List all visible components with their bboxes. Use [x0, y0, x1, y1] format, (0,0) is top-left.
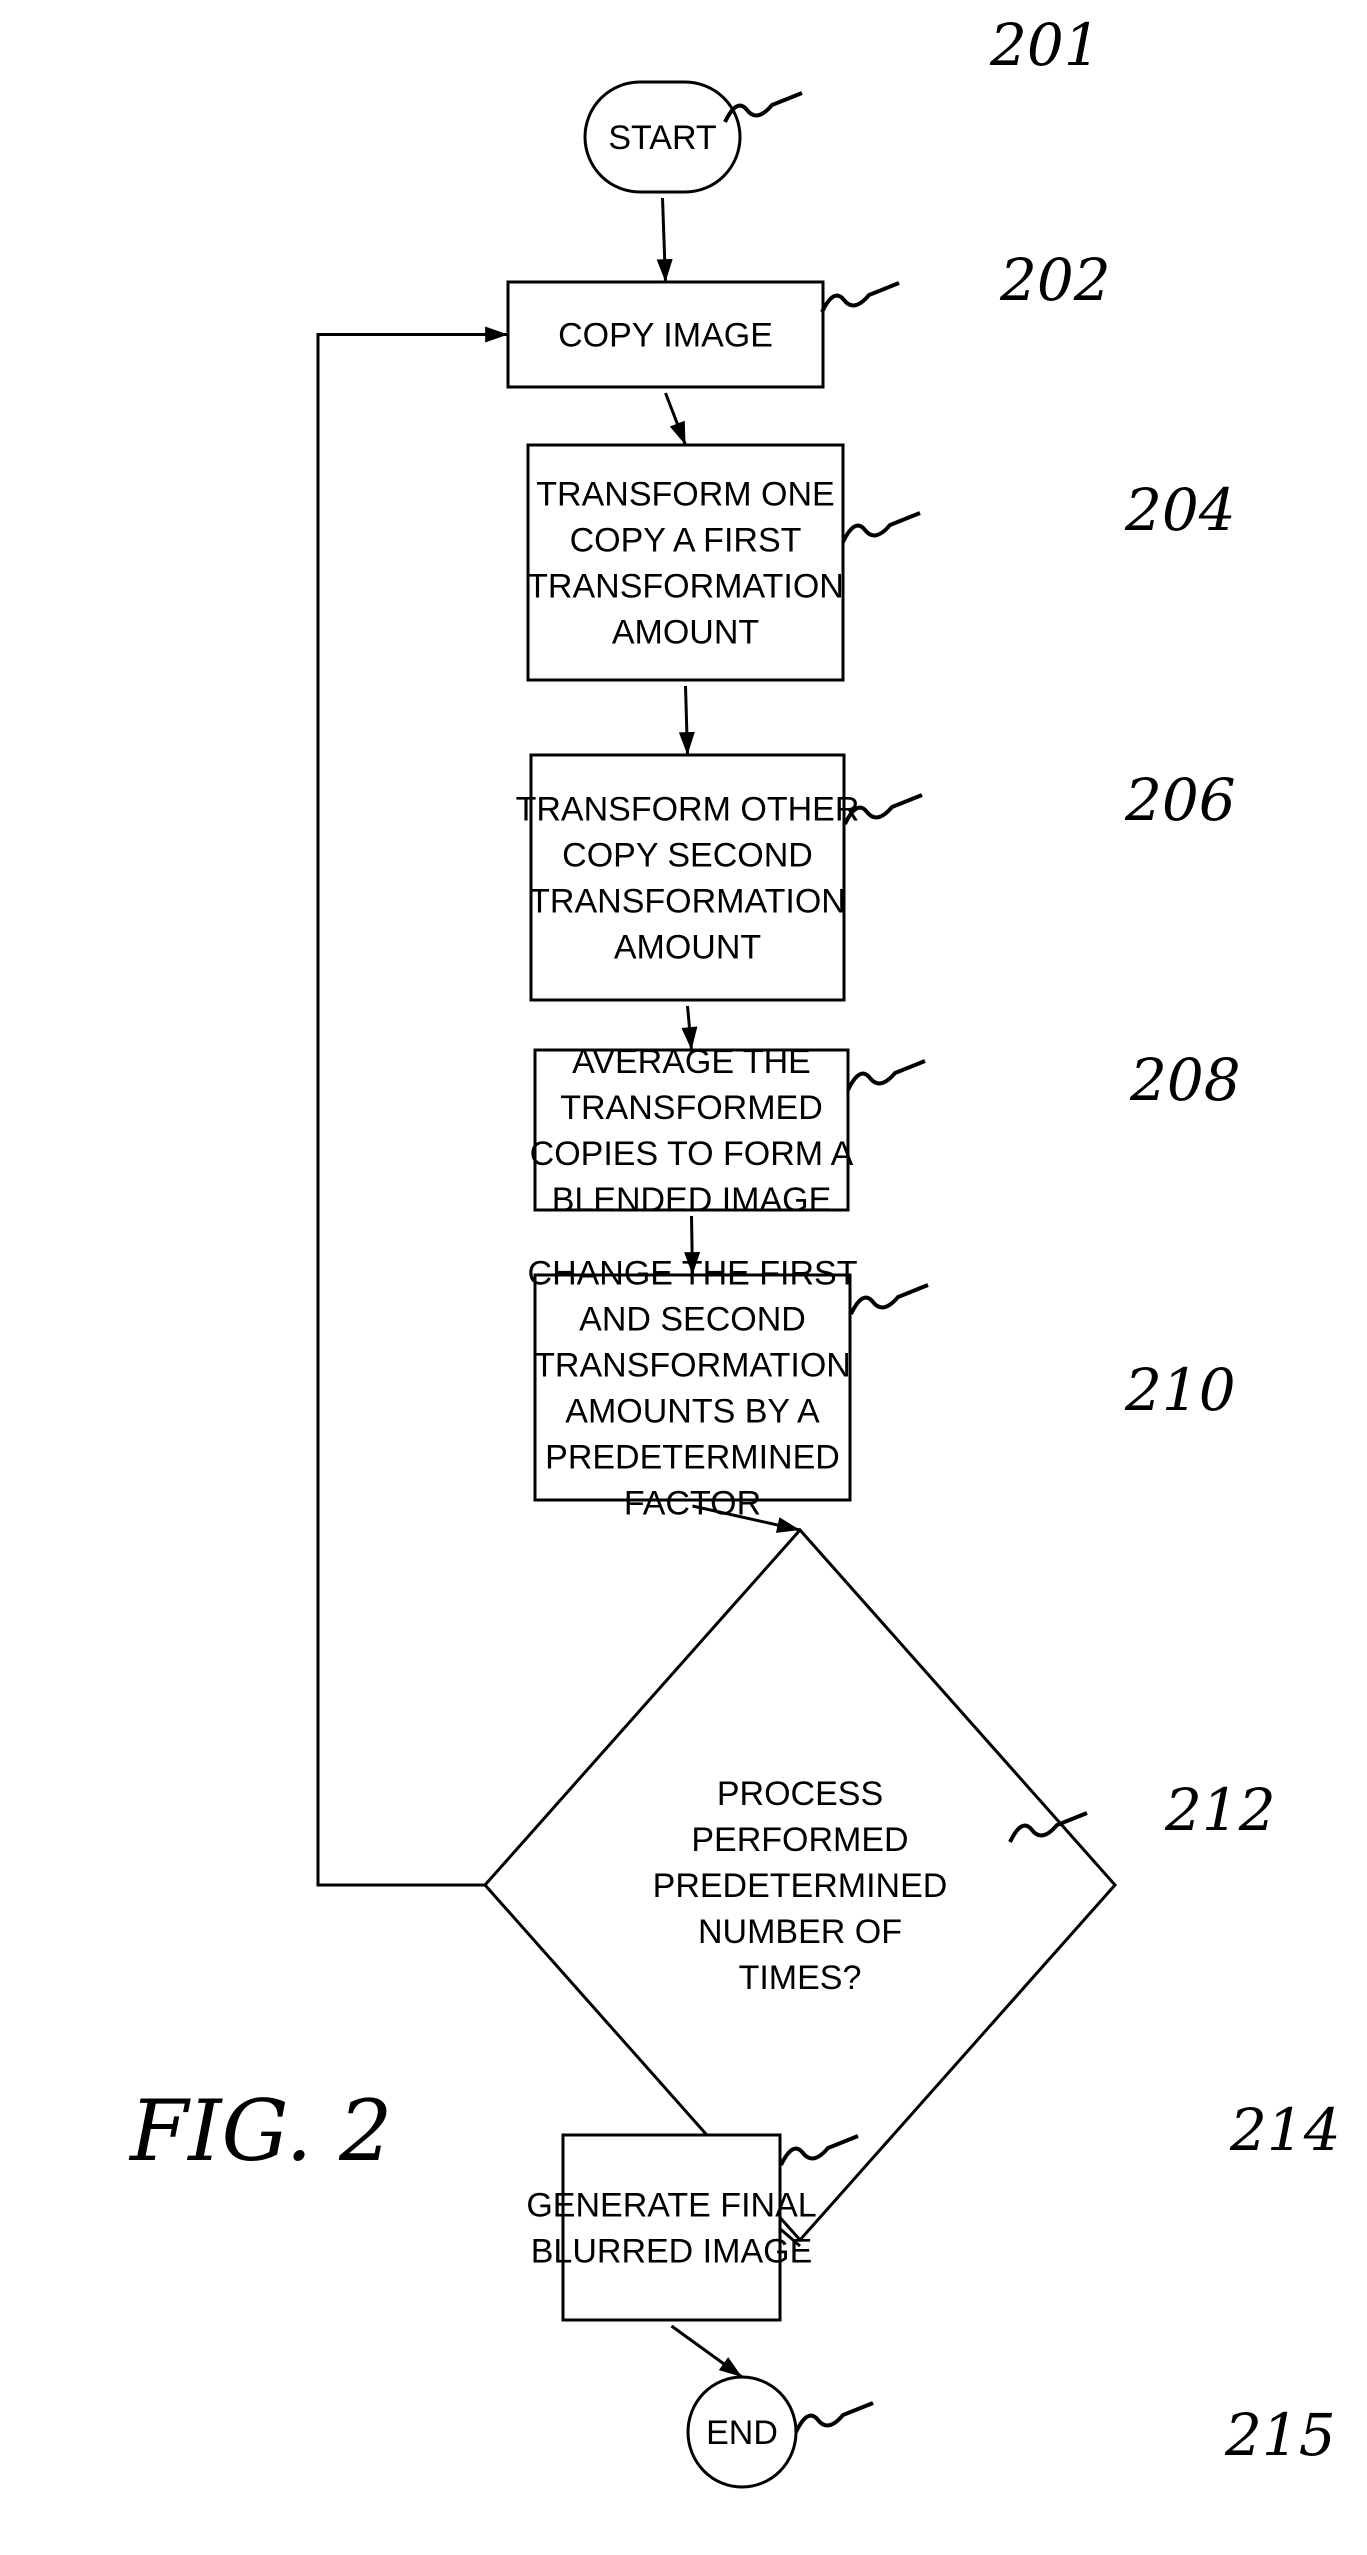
node-215-terminal: END: [686, 2375, 798, 2489]
node-label-line: AMOUNT: [612, 614, 759, 652]
reference-leader: [820, 281, 900, 313]
node-label-line: PERFORMED: [691, 1821, 908, 1859]
reference-number: 206: [1124, 766, 1236, 834]
node-202-process: COPY IMAGE: [506, 280, 825, 389]
reference-leader: [794, 2401, 874, 2433]
loop-back-edge: [316, 326, 508, 1887]
node-206-process: TRANSFORM OTHER COPY SECOND TRANSFORMATION…: [516, 753, 860, 1002]
node-label-line: AVERAGE THE: [572, 1043, 811, 1081]
reference-number: 212: [1164, 1776, 1276, 1844]
node-label-line: COPY IMAGE: [558, 317, 773, 355]
node-label-line: BLENDED IMAGE: [552, 1181, 832, 1219]
node-210-process: CHANGE THE FIRST AND SECOND TRANSFORMATION…: [528, 1255, 858, 1523]
node-label-line: FACTOR: [624, 1485, 761, 1523]
reference-number: 201: [989, 11, 1101, 79]
node-label-line: TRANSFORMATION: [534, 1347, 851, 1385]
node-label-line: AMOUNT: [614, 929, 761, 967]
node-label-line: TIMES?: [739, 1959, 862, 1997]
node-label-line: AND SECOND: [579, 1301, 806, 1339]
node-label-line: START: [608, 119, 716, 157]
node-label-line: TRANSFORMED: [560, 1089, 823, 1127]
node-label-line: TRANSFORM ONE: [536, 476, 834, 514]
node-label-line: COPIES TO FORM A: [530, 1135, 854, 1173]
node-204-process: TRANSFORM ONE COPY A FIRST TRANSFORMATION A…: [526, 443, 845, 682]
reference-leader: [849, 1283, 929, 1315]
reference-leader: [846, 1059, 926, 1091]
reference-number: 215: [1224, 2401, 1336, 2469]
node-label-line: COPY SECOND: [562, 837, 813, 875]
node-label-line: AMOUNTS BY A: [565, 1393, 820, 1431]
flowchart: START COPY IMAGE TRANSFORM ONE COPY A FIRST…: [128, 11, 1341, 2489]
node-label-line: PROCESS: [717, 1775, 883, 1813]
node-label-line: END: [706, 2414, 778, 2452]
process-box: [561, 2133, 782, 2322]
reference-number: 214: [1229, 2096, 1341, 2164]
flow-edge: [656, 197, 673, 283]
node-214-process: GENERATE FINAL BLURRED IMAGE: [526, 2133, 817, 2322]
reference-number: 208: [1129, 1046, 1241, 1114]
figure-label: FIG. 2: [128, 2082, 392, 2180]
flow-edge: [664, 392, 687, 446]
node-label-line: TRANSFORM OTHER: [516, 791, 860, 829]
node-label-line: TRANSFORMATION: [529, 883, 846, 921]
node-label-line: COPY A FIRST: [570, 522, 802, 560]
reference-number: 202: [999, 246, 1111, 314]
node-label-line: BLURRED IMAGE: [531, 2233, 813, 2271]
node-label-line: NUMBER OF: [698, 1913, 902, 1951]
node-208-process: AVERAGE THE TRANSFORMED COPIES TO FORM A BL…: [530, 1043, 854, 1219]
node-label-line: GENERATE FINAL: [526, 2187, 816, 2225]
flow-edge: [678, 685, 695, 756]
node-label-line: PREDETERMINED: [545, 1439, 840, 1477]
node-label-line: CHANGE THE FIRST: [528, 1255, 858, 1293]
node-label-line: PREDETERMINED: [653, 1867, 948, 1905]
reference-leader: [841, 511, 921, 543]
node-label-line: TRANSFORMATION: [527, 568, 844, 606]
reference-number: 204: [1124, 476, 1236, 544]
reference-number: 210: [1124, 1356, 1236, 1424]
node-201-terminal: START: [583, 80, 742, 194]
flow-edge: [670, 2324, 743, 2379]
